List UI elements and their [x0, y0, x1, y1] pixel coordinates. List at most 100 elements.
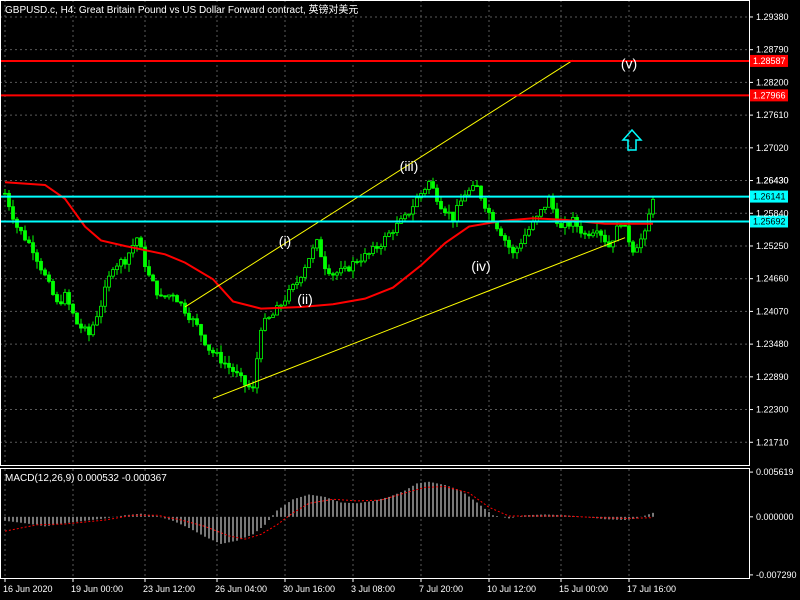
candle: [255, 351, 259, 394]
candle: [87, 323, 91, 342]
candle-body: [311, 247, 315, 259]
macd-histogram: [4, 481, 654, 544]
candle: [19, 226, 23, 235]
candle-body: [375, 246, 379, 249]
candle: [163, 295, 167, 300]
candle: [71, 303, 75, 315]
candle-body: [583, 232, 587, 235]
candle-body: [35, 252, 39, 262]
candle: [319, 236, 323, 258]
candles: [3, 177, 655, 394]
candle-body: [427, 181, 431, 190]
candle-body: [151, 274, 155, 282]
candle: [503, 233, 507, 247]
candle: [103, 279, 107, 313]
candle-body: [415, 197, 419, 208]
candle-body: [279, 304, 283, 307]
candle-body: [359, 260, 363, 263]
candle-body: [639, 238, 643, 249]
candle-body: [459, 200, 463, 206]
candle: [299, 276, 303, 287]
candle-body: [623, 224, 627, 227]
candle-body: [155, 280, 159, 296]
candle-body: [395, 222, 399, 233]
candle: [267, 316, 271, 320]
time-tick-label: 7 Jul 20:00: [419, 584, 463, 594]
candle: [147, 259, 151, 277]
time-tick-label: 10 Jul 12:00: [487, 584, 536, 594]
candle: [159, 288, 163, 297]
candle-body: [567, 222, 571, 227]
candle-body: [547, 196, 551, 208]
price-chart[interactable]: 1.285871.279661.261411.256921.26430 (i)(…: [0, 0, 800, 600]
time-tick-label: 16 Jun 2020: [3, 584, 53, 594]
time-axis[interactable]: 16 Jun 2020 19 Jun 00:00 23 Jun 12:00 26 Ju…: [3, 578, 676, 594]
candle-body: [219, 351, 223, 364]
wave-label: (iii): [400, 158, 419, 174]
level-price-label: 1.28587: [753, 56, 786, 66]
candle-body: [183, 302, 187, 314]
candle: [535, 215, 539, 225]
channel-lower-line[interactable]: [212, 237, 626, 399]
candle-body: [227, 362, 231, 368]
candle: [199, 323, 203, 342]
candle: [191, 316, 195, 327]
price-tick-label: 1.24660: [756, 274, 789, 284]
candle: [83, 324, 87, 332]
time-tick-label: 19 Jun 00:00: [71, 584, 123, 594]
candle-body: [283, 300, 287, 306]
price-axis[interactable]: 1.29380 1.28790 1.28200 1.27610 1.27020 1.264…: [749, 12, 789, 447]
candle-body: [43, 269, 47, 276]
candle: [231, 363, 235, 377]
candle: [315, 238, 319, 252]
candle: [639, 233, 643, 254]
candle: [195, 313, 199, 327]
candle-body: [83, 326, 87, 329]
candle-body: [347, 266, 351, 272]
candle-body: [87, 326, 91, 336]
candle-body: [315, 239, 319, 249]
candle: [99, 300, 103, 324]
candle-body: [291, 284, 295, 290]
candle: [647, 208, 651, 232]
candle: [439, 196, 443, 210]
candle: [167, 294, 171, 300]
candle: [11, 199, 15, 224]
horizontal-levels[interactable]: 1.285871.279661.261411.256921.26430: [0, 54, 789, 228]
candle-body: [635, 247, 639, 253]
candle: [455, 198, 459, 228]
candle: [447, 204, 451, 220]
candle: [43, 267, 47, 277]
time-tick-label: 15 Jul 00:00: [559, 584, 608, 594]
level-price-label: 1.27966: [753, 90, 786, 100]
moving-average-line: [4, 181, 653, 310]
candle: [111, 267, 115, 279]
candle-body: [231, 367, 235, 372]
candle: [451, 211, 455, 228]
candle-body: [195, 318, 199, 325]
candle-body: [455, 205, 459, 222]
candle-body: [371, 246, 375, 254]
candle-body: [175, 295, 179, 303]
price-tick-label: 1.25840: [756, 208, 789, 218]
chart-title: GBPUSD.c, H4: Great Britain Pound vs US …: [5, 3, 358, 16]
candle-body: [651, 198, 655, 215]
candle: [399, 215, 403, 225]
candle-body: [423, 189, 427, 195]
time-tick-label: 30 Jun 16:00: [283, 584, 335, 594]
candle: [379, 243, 383, 255]
candle: [519, 238, 523, 252]
price-tick-label: 1.22890: [756, 372, 789, 382]
candle: [635, 243, 639, 253]
macd-label: MACD(12,26,9) 0.000532 -0.000367: [5, 473, 167, 484]
candle-body: [235, 371, 239, 374]
candle: [587, 230, 591, 239]
channel-upper-line[interactable]: [184, 59, 574, 308]
trend-channel[interactable]: [184, 59, 626, 399]
time-tick-label: 17 Jul 16:00: [627, 584, 676, 594]
candle: [623, 224, 627, 227]
candle-body: [587, 233, 591, 237]
candle: [343, 260, 347, 272]
candle-body: [619, 224, 623, 227]
candle-body: [603, 234, 607, 243]
